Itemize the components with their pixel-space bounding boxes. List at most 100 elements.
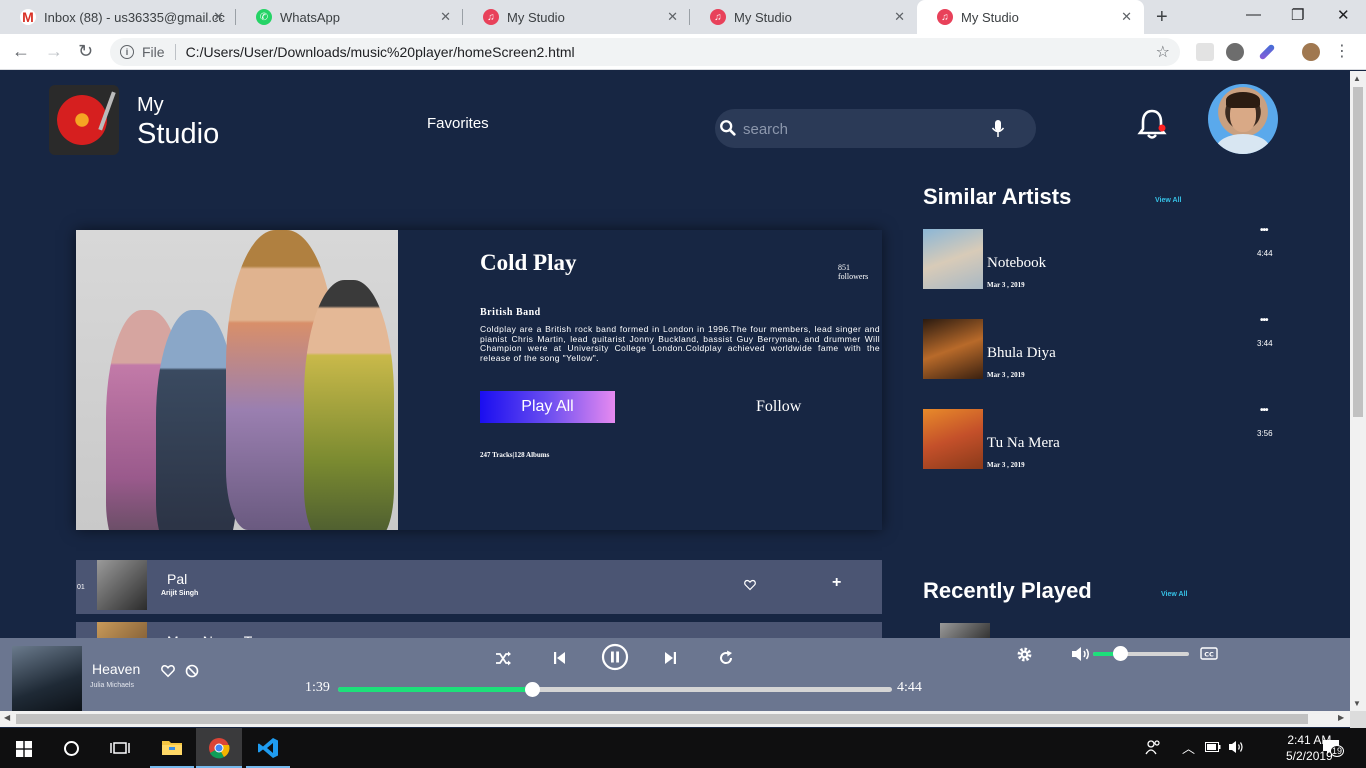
volume-handle[interactable] (1112, 646, 1128, 661)
chrome-taskbar-button[interactable] (196, 728, 242, 768)
notification-bell-icon[interactable] (1136, 107, 1168, 141)
gear-extension-icon[interactable] (1226, 43, 1244, 61)
music-icon: ♫ (937, 9, 953, 25)
similar-artist-row[interactable]: Bhula Diya Mar 3 , 2019 ••• 3:44 (923, 315, 1283, 379)
windows-start-icon[interactable] (16, 741, 32, 757)
more-options-icon[interactable]: ••• (1260, 315, 1268, 326)
duration: 3:44 (1257, 339, 1273, 348)
new-tab-button[interactable]: + (1156, 6, 1168, 29)
vscode-taskbar-button[interactable] (246, 728, 290, 768)
tab-gmail[interactable]: M Inbox (88) - us36335@gmail.cc ✕ (0, 0, 236, 34)
close-icon[interactable]: ✕ (894, 9, 905, 25)
windows-taskbar: ︿ 2:41 AM 5/2/2019 19 (0, 728, 1366, 768)
recent-view-all-link[interactable]: View All (1161, 591, 1187, 598)
bookmark-star-icon[interactable]: ☆ (1156, 42, 1170, 62)
tab-my-studio-active[interactable]: ♫ My Studio ✕ (917, 0, 1144, 34)
battery-icon[interactable] (1205, 742, 1221, 752)
artist-genre: British Band (480, 307, 541, 318)
similar-artist-row[interactable]: Notebook Mar 3 , 2019 ••• 4:44 (923, 225, 1283, 289)
horizontal-scrollbar[interactable]: ◀ ▶ (0, 711, 1350, 727)
artist-thumbnail (923, 319, 983, 379)
vscode-icon (258, 738, 278, 758)
window-close-button[interactable]: ✕ (1337, 6, 1350, 24)
url-text[interactable]: C:/Users/User/Downloads/music%20player/h… (186, 44, 575, 60)
file-label: File (142, 44, 165, 60)
similar-view-all-link[interactable]: View All (1155, 197, 1181, 204)
file-explorer-button[interactable] (150, 728, 194, 768)
close-icon[interactable]: ✕ (440, 9, 451, 25)
followers-count: 851 followers (838, 263, 869, 281)
microphone-icon[interactable] (991, 120, 1005, 138)
duration: 3:56 (1257, 429, 1273, 438)
release-date: Mar 3 , 2019 (987, 281, 1025, 289)
band-member (304, 280, 394, 530)
block-icon[interactable] (185, 664, 199, 678)
task-view-icon[interactable] (110, 740, 130, 756)
close-icon[interactable]: ✕ (667, 9, 678, 25)
artist-bio: Coldplay are a British rock band formed … (480, 324, 880, 363)
follow-button[interactable]: Follow (756, 398, 801, 416)
maximize-button[interactable]: ❐ (1291, 6, 1304, 24)
omnibox[interactable]: i File C:/Users/User/Downloads/music%20p… (110, 38, 1180, 66)
artist-name: Cold Play (480, 250, 577, 275)
search-input[interactable] (743, 119, 983, 139)
tab-whatsapp[interactable]: ✆ WhatsApp ✕ (236, 0, 463, 34)
brand-line-2: Studio (137, 118, 220, 150)
vinyl-record-icon (57, 95, 107, 145)
scroll-thumb[interactable] (1353, 87, 1363, 417)
heart-icon[interactable] (161, 664, 175, 678)
more-options-icon[interactable]: ••• (1260, 405, 1268, 416)
track-row[interactable]: 01 Pal Arijit Singh + (76, 560, 882, 614)
chrome-icon (209, 738, 230, 759)
forward-icon[interactable]: → (45, 41, 63, 62)
tab-my-studio-2[interactable]: ♫ My Studio ✕ (690, 0, 917, 34)
add-icon[interactable]: + (832, 574, 841, 592)
chevron-up-icon[interactable]: ︿ (1182, 738, 1195, 757)
artist-photo (76, 230, 398, 530)
extension-icon[interactable] (1196, 43, 1214, 61)
tab-my-studio-1[interactable]: ♫ My Studio ✕ (463, 0, 690, 34)
similar-artist-row[interactable]: Tu Na Mera Mar 3 , 2019 ••• 3:56 (923, 405, 1283, 469)
reload-icon[interactable]: ↻ (78, 41, 93, 62)
cortana-search-icon[interactable] (63, 740, 80, 757)
closed-captions-icon[interactable]: CC (1200, 647, 1218, 660)
close-icon[interactable]: ✕ (1121, 9, 1132, 25)
scroll-down-icon[interactable]: ▼ (1353, 699, 1361, 708)
speaker-icon[interactable] (1228, 740, 1245, 754)
close-icon[interactable]: ✕ (213, 9, 224, 25)
profile-avatar-icon[interactable] (1302, 43, 1320, 61)
address-bar: ← → ↻ i File C:/Users/User/Downloads/mus… (0, 34, 1366, 70)
minimize-button[interactable]: — (1246, 6, 1261, 23)
shuffle-icon[interactable] (495, 651, 512, 666)
settings-gear-icon[interactable] (1016, 646, 1033, 663)
menu-icon[interactable]: ⋮ (1334, 41, 1350, 61)
previous-icon[interactable] (553, 651, 566, 665)
logo (49, 85, 119, 155)
heart-icon[interactable] (744, 579, 756, 591)
play-all-button[interactable]: Play All (480, 391, 615, 423)
nav-favorites[interactable]: Favorites (427, 115, 489, 132)
progress-handle[interactable] (524, 682, 540, 697)
scroll-up-icon[interactable]: ▲ (1353, 74, 1361, 83)
volume-icon[interactable] (1071, 646, 1091, 662)
release-date: Mar 3 , 2019 (987, 461, 1025, 469)
scroll-thumb[interactable] (16, 714, 1308, 724)
scroll-right-icon[interactable]: ▶ (1338, 713, 1344, 722)
divider (174, 44, 176, 60)
next-icon[interactable] (664, 651, 677, 665)
eyedropper-icon[interactable] (1258, 43, 1276, 61)
repeat-icon[interactable] (718, 650, 734, 666)
info-icon[interactable]: i (120, 45, 134, 59)
people-icon[interactable] (1145, 739, 1161, 755)
vertical-scrollbar[interactable]: ▲ ▼ (1350, 71, 1366, 711)
scroll-left-icon[interactable]: ◀ (4, 713, 10, 722)
action-center-button[interactable]: 19 (1322, 739, 1344, 757)
artist-name: Bhula Diya (987, 345, 1056, 361)
more-options-icon[interactable]: ••• (1260, 225, 1268, 236)
artist-thumbnail (923, 229, 983, 289)
pause-icon[interactable] (601, 643, 629, 671)
user-avatar[interactable] (1208, 84, 1278, 154)
search-bar (715, 109, 1036, 148)
back-icon[interactable]: ← (12, 41, 30, 62)
tab-label: Inbox (88) - us36335@gmail.cc (44, 9, 225, 25)
